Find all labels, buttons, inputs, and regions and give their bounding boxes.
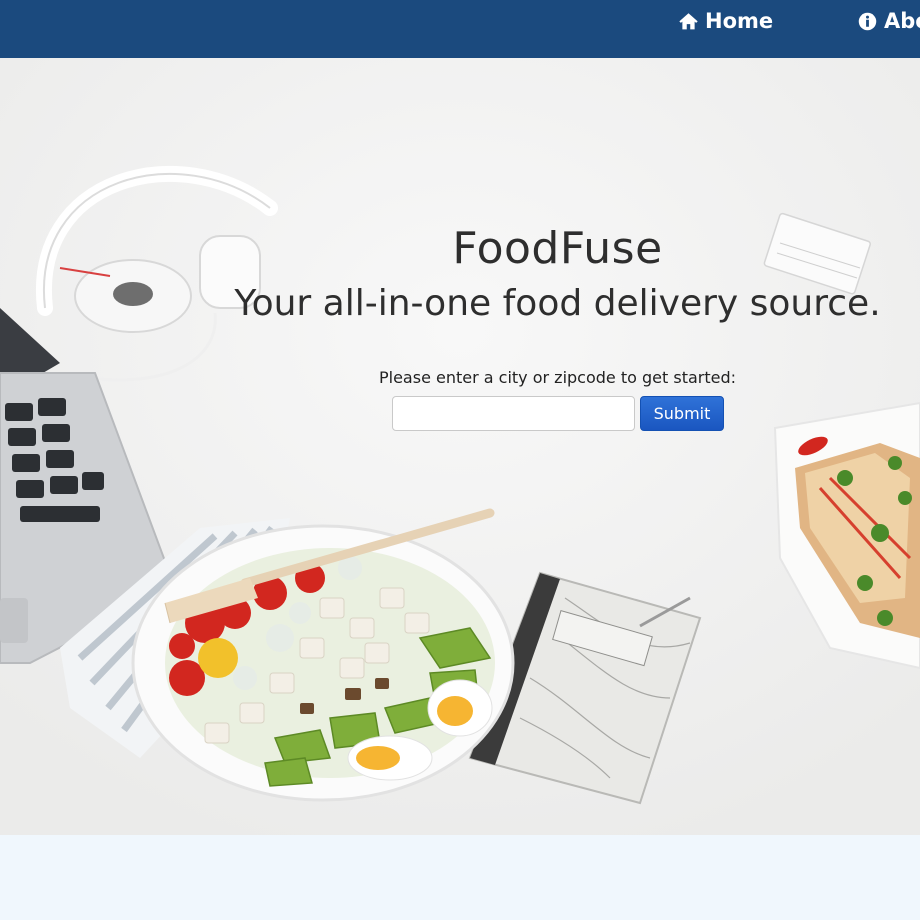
nav-about-label: Abo	[884, 9, 920, 33]
nav-home-label: Home	[705, 9, 774, 33]
footer-band	[0, 835, 920, 920]
nav-home-link[interactable]: Home	[678, 7, 773, 35]
hero-section: FoodFuse Your all-in-one food delivery s…	[0, 58, 920, 835]
brand-title: FoodFuse	[452, 223, 663, 274]
top-navbar: Home Abo	[0, 0, 920, 58]
tagline: Your all-in-one food delivery source.	[234, 283, 881, 324]
hero-background-image	[0, 58, 920, 835]
location-search-input[interactable]	[392, 396, 635, 431]
search-prompt: Please enter a city or zipcode to get st…	[378, 368, 737, 387]
home-icon	[679, 12, 698, 29]
nav-about-link[interactable]: Abo	[857, 7, 920, 35]
submit-button[interactable]: Submit	[640, 396, 724, 431]
info-icon	[858, 12, 877, 30]
